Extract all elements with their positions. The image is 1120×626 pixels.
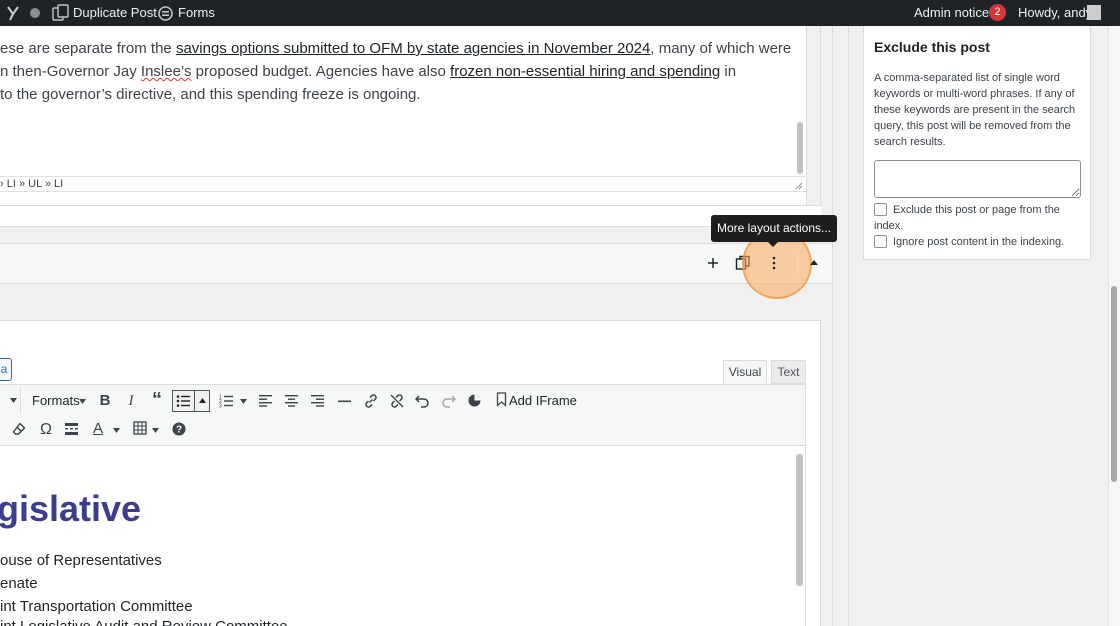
bullet-list-icon[interactable] xyxy=(176,394,191,408)
add-block-icon[interactable] xyxy=(706,256,720,270)
paragraph-dropdown-arrow-icon[interactable] xyxy=(9,397,18,404)
layout-column-border xyxy=(832,26,833,626)
list-item: int Legislative Audit and Review Committ… xyxy=(0,618,288,626)
blockquote-icon[interactable]: “ xyxy=(147,390,167,410)
read-more-icon[interactable] xyxy=(65,422,79,436)
table-dropdown-icon[interactable] xyxy=(151,427,160,434)
tab-text[interactable]: Text xyxy=(771,360,806,384)
special-character-icon[interactable]: Ω xyxy=(36,421,56,439)
table-icon[interactable] xyxy=(133,421,147,435)
ignore-content-checkbox[interactable] xyxy=(874,235,887,248)
savings-options-link[interactable]: savings options submitted to OFM by stat… xyxy=(176,40,650,57)
paragraph-line-2: n then-Governor Jay Inslee’s proposed bu… xyxy=(0,63,737,80)
forms-link[interactable]: Forms xyxy=(178,0,215,26)
italic-icon[interactable]: I xyxy=(121,392,141,410)
redo-icon[interactable] xyxy=(441,394,456,408)
list-item: int Transportation Committee xyxy=(0,598,193,615)
editor-scrollbar[interactable] xyxy=(796,454,803,586)
element-path: › LI » UL » LI xyxy=(0,178,64,190)
frozen-hiring-link[interactable]: frozen non-essential hiring and spending xyxy=(450,63,720,80)
split-divider xyxy=(194,390,195,412)
numbered-list-options-icon[interactable] xyxy=(239,398,248,405)
horizontal-line-icon[interactable] xyxy=(338,400,351,403)
tooltip-arrow xyxy=(768,242,778,247)
toolbar-separator xyxy=(20,388,21,414)
panel-border xyxy=(820,26,821,206)
ignore-content-label: Ignore post content in the indexing. xyxy=(893,236,1065,248)
tooltip: More layout actions... xyxy=(711,215,837,242)
yoast-icon[interactable] xyxy=(6,5,20,21)
svg-text:3: 3 xyxy=(219,404,222,409)
formats-dropdown[interactable]: Formats xyxy=(32,393,80,409)
collapse-arrow-icon[interactable] xyxy=(809,258,819,266)
panel-footer xyxy=(0,205,821,227)
add-media-button[interactable]: a xyxy=(0,358,12,381)
svg-text:?: ? xyxy=(176,425,182,436)
howdy-account-link[interactable]: Howdy, andy xyxy=(1018,0,1092,26)
add-iframe-button[interactable]: Add IFrame xyxy=(509,393,577,409)
text-color-dropdown-icon[interactable] xyxy=(112,427,121,434)
list-item: ouse of Representatives xyxy=(0,552,162,569)
exclude-keywords-textarea[interactable] xyxy=(874,160,1081,198)
insert-link-icon[interactable] xyxy=(363,393,379,409)
panel-description: A comma-separated list of single word ke… xyxy=(874,72,1076,148)
panel-title: Exclude this post xyxy=(874,39,990,55)
remove-link-icon[interactable] xyxy=(389,393,405,409)
tab-visual[interactable]: Visual xyxy=(723,360,767,384)
paragraph-line-3: to the governor’s directive, and this sp… xyxy=(0,86,421,103)
notices-count-badge: 2 xyxy=(989,4,1006,21)
status-dot-icon xyxy=(30,8,40,18)
exclude-from-index-label: Exclude this post or page from the index… xyxy=(874,204,1060,232)
top-editor-scrollbar[interactable] xyxy=(797,122,803,174)
bold-icon[interactable]: B xyxy=(95,392,115,410)
admin-bar: Duplicate Post Forms Admin notices 2 How… xyxy=(0,0,1120,26)
formats-dropdown-arrow-icon[interactable] xyxy=(78,398,87,405)
clear-formatting-icon[interactable] xyxy=(12,422,26,436)
undo-icon[interactable] xyxy=(415,394,430,408)
chart-icon[interactable] xyxy=(467,393,482,408)
align-left-icon[interactable] xyxy=(259,394,273,407)
toolbar-divider xyxy=(797,250,798,278)
list-item: enate xyxy=(0,575,38,592)
align-right-icon[interactable] xyxy=(311,394,325,407)
element-path-bar xyxy=(0,176,806,192)
forms-icon xyxy=(158,6,173,21)
duplicate-post-icon xyxy=(52,4,69,21)
duplicate-post-link[interactable]: Duplicate Post xyxy=(73,0,157,26)
admin-notices-link[interactable]: Admin notices xyxy=(914,0,996,26)
text-color-icon[interactable]: A xyxy=(88,420,108,438)
bookmark-icon xyxy=(496,392,507,407)
more-actions-icon[interactable] xyxy=(770,255,778,271)
editor-heading: gislative xyxy=(0,488,142,529)
bullet-list-options-icon[interactable] xyxy=(198,397,207,404)
help-icon[interactable]: ? xyxy=(172,422,186,436)
align-center-icon[interactable] xyxy=(285,394,299,407)
paragraph-line-1: ese are separate from the savings option… xyxy=(0,40,792,57)
numbered-list-icon[interactable]: 1 2 3 xyxy=(219,394,234,408)
resize-handle-icon[interactable] xyxy=(795,182,803,190)
avatar[interactable] xyxy=(1087,5,1101,20)
exclude-from-index-checkbox[interactable] xyxy=(874,203,887,216)
window-scrollbar-thumb[interactable] xyxy=(1111,286,1117,482)
